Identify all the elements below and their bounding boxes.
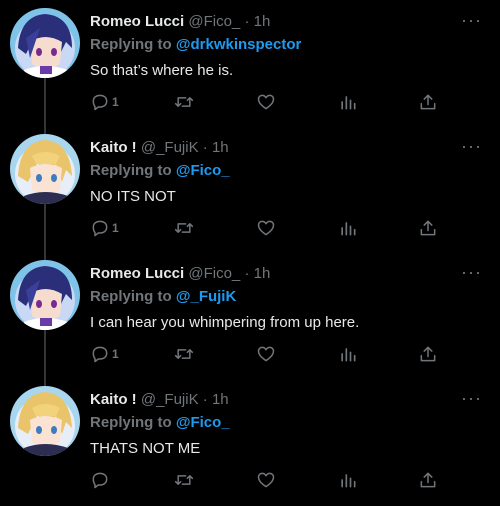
user-handle[interactable]: @Fico_ [188,13,240,30]
reply-button[interactable]: 1 [90,342,119,366]
tweet-header: Romeo Lucci @Fico_ · 1h [90,265,270,282]
retweet-icon [174,223,194,233]
share-button[interactable] [418,216,438,240]
tweet-text: So that’s where he is. [90,62,234,79]
analytics-icon [341,96,356,110]
replying-to: Replying to @Fico_ [90,162,230,179]
timestamp[interactable]: 1h [254,265,271,282]
share-icon [420,220,436,236]
mention-link[interactable]: @Fico_ [176,414,230,431]
reply-count: 1 [112,95,119,109]
timestamp[interactable]: 1h [212,139,229,156]
like-button[interactable] [256,342,276,366]
separator-dot: · [202,139,208,156]
more-options-icon[interactable]: ··· [461,10,482,31]
reply-icon [92,472,108,489]
share-icon [420,472,436,488]
avatar-blond-hair-image [10,386,80,456]
tweet-actions: 1 [90,216,440,240]
reply-count: 1 [112,347,119,361]
analytics-icon [341,474,356,488]
retweet-button[interactable] [174,468,194,492]
retweet-icon [174,349,194,359]
reply-button[interactable]: 1 [90,90,119,114]
avatar-blue-hair-image [10,8,80,78]
tweet-header: Romeo Lucci @Fico_ · 1h [90,13,270,30]
replying-to-label: Replying to [90,162,172,179]
analytics-button[interactable] [338,342,358,366]
tweet[interactable]: Kaito ! @_FujiK · 1h ··· Replying to @Fi… [0,126,500,252]
tweet[interactable]: Kaito ! @_FujiK · 1h ··· Replying to @Fi… [0,378,500,504]
retweet-button[interactable] [174,90,194,114]
tweet-text: I can hear you whimpering from up here. [90,314,360,331]
mention-link[interactable]: @drkwkinspector [176,36,302,53]
like-button[interactable] [256,216,276,240]
display-name[interactable]: Kaito ! [90,139,137,156]
like-button[interactable] [256,468,276,492]
retweet-icon [174,97,194,107]
mention-link[interactable]: @_FujiK [176,288,236,305]
display-name[interactable]: Kaito ! [90,391,137,408]
heart-icon [257,220,275,236]
user-handle[interactable]: @_FujiK [141,139,199,156]
like-button[interactable] [256,90,276,114]
analytics-button[interactable] [338,468,358,492]
avatar[interactable] [10,134,80,204]
tweet-text: NO ITS NOT [90,188,176,205]
avatar-blond-hair-image [10,134,80,204]
avatar[interactable] [10,386,80,456]
more-options-icon[interactable]: ··· [461,262,482,283]
separator-dot: · [244,265,250,282]
analytics-button[interactable] [338,90,358,114]
user-handle[interactable]: @_FujiK [141,391,199,408]
share-button[interactable] [418,90,438,114]
retweet-icon [174,475,194,485]
reply-button[interactable]: 1 [90,216,119,240]
replying-to-label: Replying to [90,36,172,53]
separator-dot: · [202,391,208,408]
separator-dot: · [244,13,250,30]
retweet-button[interactable] [174,216,194,240]
tweet-actions [90,468,440,492]
tweet-text: THATS NOT ME [90,440,201,457]
tweet[interactable]: Romeo Lucci @Fico_ · 1h ··· Replying to … [0,252,500,378]
heart-icon [257,346,275,362]
reply-icon [92,346,108,363]
share-icon [420,94,436,110]
reply-button[interactable] [90,468,112,492]
mention-link[interactable]: @Fico_ [176,162,230,179]
replying-to-label: Replying to [90,288,172,305]
retweet-button[interactable] [174,342,194,366]
more-options-icon[interactable]: ··· [461,136,482,157]
share-button[interactable] [418,468,438,492]
reply-icon [92,220,108,237]
analytics-icon [341,348,356,362]
heart-icon [257,94,275,110]
avatar[interactable] [10,260,80,330]
share-icon [420,346,436,362]
display-name[interactable]: Romeo Lucci [90,265,184,282]
replying-to: Replying to @_FujiK [90,288,236,305]
tweet[interactable]: Romeo Lucci @Fico_ · 1h ··· Replying to … [0,0,500,126]
timestamp[interactable]: 1h [212,391,229,408]
avatar[interactable] [10,8,80,78]
analytics-icon [341,222,356,236]
user-handle[interactable]: @Fico_ [188,265,240,282]
reply-icon [92,94,108,111]
reply-count: 1 [112,221,119,235]
avatar-blue-hair-image [10,260,80,330]
tweet-actions: 1 [90,90,440,114]
share-button[interactable] [418,342,438,366]
tweet-header: Kaito ! @_FujiK · 1h [90,391,229,408]
replying-to: Replying to @Fico_ [90,414,230,431]
replying-to-label: Replying to [90,414,172,431]
replying-to: Replying to @drkwkinspector [90,36,301,53]
more-options-icon[interactable]: ··· [461,388,482,409]
display-name[interactable]: Romeo Lucci [90,13,184,30]
timestamp[interactable]: 1h [254,13,271,30]
heart-icon [257,472,275,488]
tweet-actions: 1 [90,342,440,366]
analytics-button[interactable] [338,216,358,240]
tweet-header: Kaito ! @_FujiK · 1h [90,139,229,156]
